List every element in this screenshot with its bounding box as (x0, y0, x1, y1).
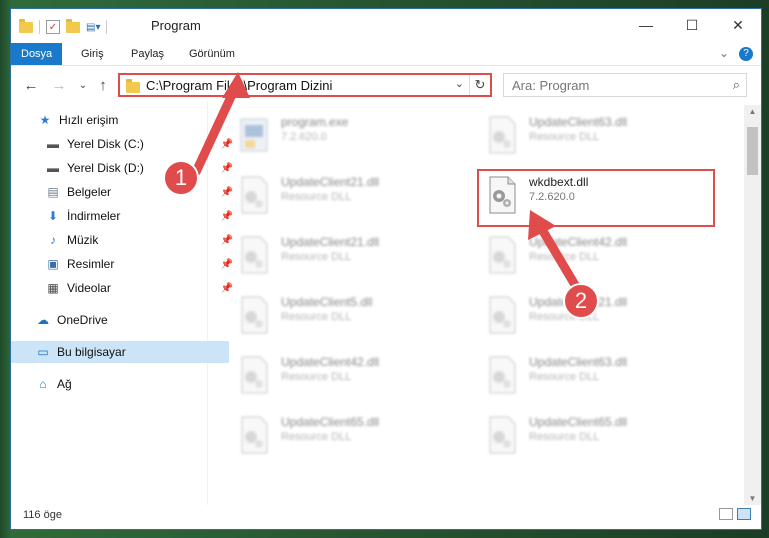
arrow-1-line (191, 81, 241, 177)
arrow-1-head (222, 72, 250, 98)
step-badge-2: 2 (563, 283, 599, 319)
annotation-arrows (191, 72, 583, 295)
arrow-2-line (535, 221, 583, 295)
step-badge-1: 1 (163, 160, 199, 196)
